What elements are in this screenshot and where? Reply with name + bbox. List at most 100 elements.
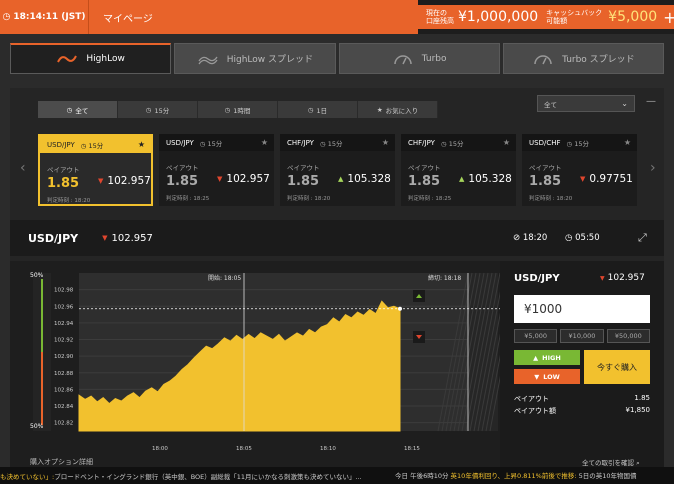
filter-1day[interactable]: ◷ 1日	[278, 101, 358, 118]
card-duration-value: 15分	[327, 139, 343, 148]
card-rate-value: 102.957	[226, 173, 270, 185]
asset-select[interactable]: 全て ⌄	[537, 95, 635, 112]
balance-box: 現在の 口座残高 ¥1,000,000 キャッシュバック 可能額 ¥5,000 …	[418, 5, 674, 29]
mypage-link[interactable]: マイページ	[88, 0, 418, 34]
carousel-left-icon[interactable]: ‹	[20, 160, 26, 176]
balance-value: ¥1,000,000	[458, 9, 539, 25]
clock: ◷ 18:14:11 (JST)	[0, 0, 88, 34]
asset-rate: ▼ 102.957	[102, 233, 153, 244]
gauge-high-bar	[41, 279, 43, 352]
speedometer-icon	[393, 54, 412, 64]
tab-highlow[interactable]: HighLow	[10, 43, 172, 74]
close-time-label: 締切: 18:18	[428, 274, 461, 282]
card-payout-label: ペイアウト	[408, 164, 441, 172]
down-arrow-icon: ▼	[217, 175, 223, 183]
y-tick-label: 102.82	[54, 421, 73, 427]
remaining-time-value: 05:50	[575, 233, 600, 243]
clock-icon: ◷	[224, 105, 231, 114]
spread-icon	[198, 56, 218, 64]
card-judge-time: 判定時刻 : 18:25	[166, 196, 210, 202]
ticker-headline: 英10年債利回り、上昇0.811%前後で推移:	[450, 472, 577, 480]
filter-favorites[interactable]: ★ お気に入り	[358, 101, 438, 118]
star-icon[interactable]: ★	[138, 140, 145, 149]
option-card[interactable]: USD/CHF ◷ 15分 ★ ペイアウト 1.85 ▼ 0.97751 判定時刻 : 18:…	[522, 134, 637, 206]
clock-text: 18:14:11 (JST)	[13, 12, 86, 22]
card-header: USD/JPY ◷ 15分 ★	[40, 136, 151, 153]
payout-amount-row: ペイアウト額 ¥1,850	[514, 406, 650, 416]
high-label: HIGH	[542, 353, 561, 362]
card-rate: ▼ 102.957	[98, 175, 151, 187]
payout-row: ペイアウト 1.85	[514, 394, 650, 404]
up-arrow-icon: ▲	[533, 353, 539, 362]
price-chart: 50% 50% 102.98 102.96 102.94 102.92 102.90 102.…	[10, 261, 500, 484]
up-arrow-icon: ▲	[459, 175, 465, 183]
card-payout-label: ペイアウト	[529, 164, 562, 172]
filter-all[interactable]: ◷ 全て	[38, 101, 118, 118]
card-header: CHF/JPY ◷ 15分 ★	[401, 134, 516, 151]
option-card[interactable]: CHF/JPY ◷ 15分 ★ ペイアウト 1.85 ▲ 105.328 判定時刻 : 18:…	[280, 134, 395, 206]
option-card[interactable]: USD/JPY ◷ 15分 ★ ペイアウト 1.85 ▼ 102.957 判定時刻 : 18:…	[159, 134, 274, 206]
card-symbol: USD/JPY	[47, 140, 75, 149]
trading-panel: ◷ 全て ◷ 15分 ◷ 1時間 ◷ 1日 ★ お気に入り 全て ⌄ — ‹ USD/JP…	[10, 88, 664, 484]
collapse-icon[interactable]: —	[646, 96, 656, 107]
card-rate-value: 105.328	[468, 173, 512, 185]
option-detail-link[interactable]: 購入オプション詳細	[30, 457, 93, 467]
x-tick-label: 18:10	[320, 446, 336, 451]
highlow-icon	[57, 55, 78, 63]
order-rate-value: 102.957	[607, 273, 645, 283]
low-button[interactable]: ▼ LOW	[514, 369, 580, 384]
card-judge-time: 判定時刻 : 18:25	[408, 196, 452, 202]
card-judge-time: 判定時刻 : 18:20	[287, 196, 331, 202]
card-duration-value: 15分	[207, 139, 223, 148]
fullscreen-icon[interactable]: ⤢	[638, 231, 647, 245]
card-header: CHF/JPY ◷ 15分 ★	[280, 134, 395, 151]
card-duration: ◷ 15分	[199, 139, 223, 148]
option-card[interactable]: CHF/JPY ◷ 15分 ★ ペイアウト 1.85 ▲ 105.328 判定時刻 : 18:…	[401, 134, 516, 206]
preset-5000[interactable]: ¥5,000	[514, 329, 558, 343]
buy-now-button[interactable]: 今すぐ購入	[584, 350, 650, 384]
search-icon: ⌕	[636, 459, 640, 467]
cashback-value: ¥5,000	[608, 9, 658, 25]
high-button[interactable]: ▲ HIGH	[514, 350, 580, 365]
carousel-right-icon[interactable]: ›	[650, 160, 656, 176]
card-header: USD/CHF ◷ 15分 ★	[522, 134, 637, 151]
preset-50000[interactable]: ¥50,000	[606, 329, 650, 343]
star-icon[interactable]: ★	[503, 138, 510, 147]
card-duration-value: 15分	[448, 139, 464, 148]
y-tick-label: 102.96	[54, 304, 74, 310]
x-tick-label: 18:15	[404, 446, 420, 451]
y-tick-label: 102.94	[54, 321, 74, 327]
star-icon[interactable]: ★	[382, 138, 389, 147]
plus-icon[interactable]: +	[663, 8, 674, 27]
star-icon[interactable]: ★	[624, 138, 631, 147]
card-duration: ◷ 15分	[566, 139, 590, 148]
payout-amount-label: ペイアウト額	[514, 407, 556, 415]
open-time-label: 開始: 18:05	[208, 274, 241, 282]
preset-10000[interactable]: ¥10,000	[560, 329, 604, 343]
card-rate: ▲ 105.328	[459, 173, 512, 185]
option-card[interactable]: USD/JPY ◷ 15分 ★ ペイアウト 1.85 ▼ 102.957 判定時刻 : 18:…	[38, 134, 153, 206]
news-ticker: も決めていない」: ブロードベント・イングランド銀行（英中銀、BOE）副総裁「1…	[0, 467, 674, 484]
gauge-low-bar	[41, 352, 43, 425]
tab-label: Turbo	[421, 53, 447, 64]
card-payout: 1.85	[408, 174, 441, 189]
top-bar: ◷ 18:14:11 (JST) マイページ 現在の 口座残高 ¥1,000,0…	[0, 0, 674, 34]
y-tick-label: 102.92	[54, 338, 73, 344]
down-arrow-icon: ▼	[98, 177, 104, 185]
ticker-right: 今日 午後6時10分 英10年債利回り、上昇0.811%前後で推移: 5日の英1…	[395, 470, 637, 480]
select-value: 全て	[544, 100, 557, 109]
option-cards: USD/JPY ◷ 15分 ★ ペイアウト 1.85 ▼ 102.957 判定時刻 : 18:…	[38, 134, 637, 206]
filter-1hour[interactable]: ◷ 1時間	[198, 101, 278, 118]
filter-label: 全て	[75, 106, 89, 115]
tab-turbo-spread[interactable]: Turbo スプレッド	[502, 43, 664, 74]
tab-highlow-spread[interactable]: HighLow スプレッド	[174, 43, 336, 74]
ticker-tail: 5日の英10年物国債	[576, 472, 637, 480]
amount-input[interactable]: ¥1000	[514, 295, 650, 323]
card-rate-value: 102.957	[107, 175, 151, 187]
filter-15min[interactable]: ◷ 15分	[118, 101, 198, 118]
card-payout-label: ペイアウト	[287, 164, 320, 172]
star-icon[interactable]: ★	[261, 138, 268, 147]
tab-turbo[interactable]: Turbo	[338, 43, 500, 74]
tab-label: HighLow	[86, 54, 125, 64]
card-payout: 1.85	[529, 174, 562, 189]
